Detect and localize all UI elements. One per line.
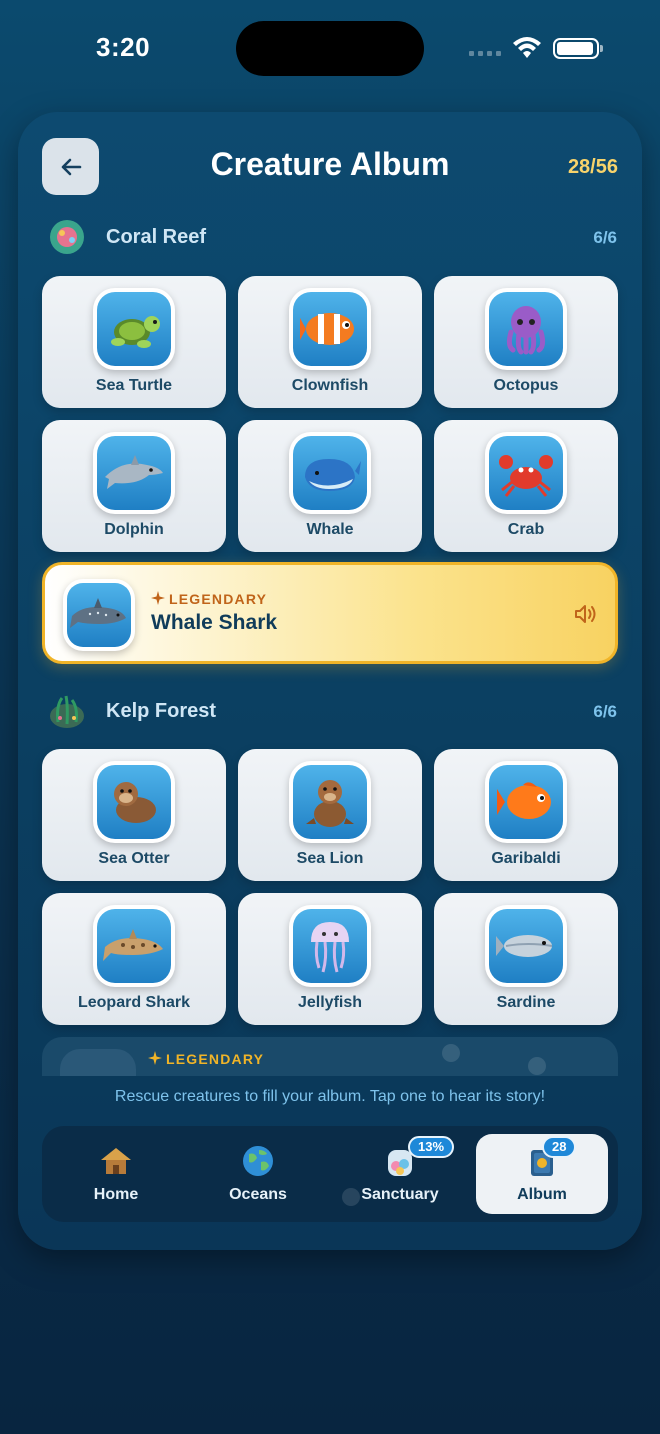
sparkle-icon xyxy=(151,591,165,605)
section-header-kelp-forest: Kelp Forest 6/6 xyxy=(18,686,642,736)
whale-shark-icon xyxy=(70,598,126,628)
section-header-coral-reef: Coral Reef 6/6 xyxy=(18,212,642,262)
creature-card-octopus[interactable]: Octopus xyxy=(434,276,618,408)
clownfish-icon xyxy=(300,313,354,345)
creature-name: Sea Lion xyxy=(296,850,364,867)
bubble-decoration xyxy=(442,1044,460,1062)
creature-card-dolphin[interactable]: Dolphin xyxy=(42,420,226,552)
creature-name: Clownfish xyxy=(291,377,369,394)
bubble-decoration xyxy=(528,1057,546,1075)
creature-name: Jellyfish xyxy=(297,994,363,1011)
creature-name: Garibaldi xyxy=(491,850,561,867)
creature-card-sardine[interactable]: Sardine xyxy=(434,893,618,1025)
clock: 3:20 xyxy=(96,32,151,62)
battery-icon xyxy=(553,38,603,59)
legendary-card-whale-shark[interactable]: LEGENDARY Whale Shark xyxy=(42,562,618,664)
sea-turtle-icon xyxy=(111,316,160,348)
hut-icon xyxy=(101,1148,131,1174)
legendary-tag: LEGENDARY xyxy=(148,1051,264,1067)
nav-oceans[interactable]: Oceans xyxy=(192,1134,324,1214)
sardine-icon xyxy=(496,935,553,957)
creature-name: Whale xyxy=(306,521,354,538)
creature-card-garibaldi[interactable]: Garibaldi xyxy=(434,749,618,881)
dynamic-island xyxy=(236,21,424,76)
nav-album[interactable]: 28 Album xyxy=(476,1134,608,1214)
creature-name: Leopard Shark xyxy=(77,994,191,1011)
speaker-icon[interactable] xyxy=(573,603,599,625)
creature-card-clownfish[interactable]: Clownfish xyxy=(238,276,422,408)
jellyfish-icon xyxy=(311,922,349,973)
album-list[interactable]: Coral Reef 6/6 Sea Turtle Clownfish Octo… xyxy=(18,212,642,1076)
locked-thumbnail xyxy=(60,1049,136,1076)
creature-name: Crab xyxy=(507,521,545,538)
section-count: 6/6 xyxy=(593,228,617,247)
octopus-icon xyxy=(506,306,546,355)
creature-card-sea-otter[interactable]: Sea Otter xyxy=(42,749,226,881)
section-title: Kelp Forest xyxy=(106,700,217,722)
kelp-forest-icon xyxy=(50,695,84,728)
sanctuary-progress-badge: 13% xyxy=(408,1136,455,1158)
bottom-nav: Home Oceans 13% Sanctuary 28 Album xyxy=(42,1126,618,1222)
creature-card-sea-lion[interactable]: Sea Lion xyxy=(238,749,422,881)
creature-name: Sardine xyxy=(496,994,556,1011)
garibaldi-icon xyxy=(497,782,551,819)
creature-card-crab[interactable]: Crab xyxy=(434,420,618,552)
creature-card-leopard-shark[interactable]: Leopard Shark xyxy=(42,893,226,1025)
creature-card-sea-turtle[interactable]: Sea Turtle xyxy=(42,276,226,408)
creature-card-whale[interactable]: Whale xyxy=(238,420,422,552)
nav-home[interactable]: Home xyxy=(50,1134,182,1214)
header: Creature Album 28/56 xyxy=(18,112,642,212)
status-bar: 3:20 xyxy=(0,0,660,100)
creature-name: Octopus xyxy=(493,377,559,394)
dolphin-icon xyxy=(105,455,163,489)
album-count-badge: 28 xyxy=(542,1136,577,1158)
legendary-tag: LEGENDARY xyxy=(151,591,267,607)
cellular-signal-icon xyxy=(469,51,501,56)
creature-name: Sea Turtle xyxy=(95,377,173,394)
bubble-decoration xyxy=(342,1188,360,1206)
page-title: Creature Album xyxy=(210,146,450,182)
creature-card-jellyfish[interactable]: Jellyfish xyxy=(238,893,422,1025)
coral-reef-icon xyxy=(50,220,84,254)
creature-name: Dolphin xyxy=(104,521,164,538)
sparkle-icon xyxy=(148,1051,162,1065)
creature-name: Sea Otter xyxy=(98,850,170,867)
collection-count: 28/56 xyxy=(567,156,618,178)
crab-icon xyxy=(499,455,553,497)
section-count: 6/6 xyxy=(593,702,617,721)
whale-icon xyxy=(305,459,361,491)
leopard-shark-icon xyxy=(103,929,163,961)
legendary-name: Whale Shark xyxy=(151,611,278,634)
album-panel: Creature Album 28/56 Coral Reef 6/6 Sea … xyxy=(18,112,642,1250)
helper-text: Rescue creatures to fill your album. Tap… xyxy=(114,1088,546,1105)
globe-icon xyxy=(243,1146,273,1176)
section-title: Coral Reef xyxy=(106,226,207,248)
wifi-icon xyxy=(513,37,541,58)
sea-otter-icon xyxy=(114,782,156,823)
sea-lion-icon xyxy=(306,780,354,827)
